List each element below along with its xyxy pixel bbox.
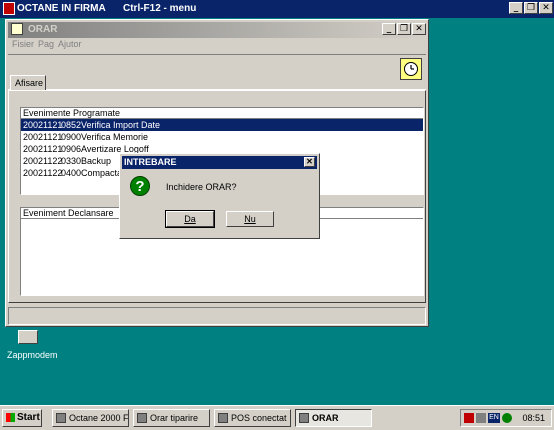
network-icon[interactable] bbox=[502, 413, 512, 423]
status-bar bbox=[8, 307, 426, 325]
list-item[interactable]: 200211210852Verifica Import Date bbox=[21, 119, 423, 131]
toolbar bbox=[8, 54, 426, 90]
list-item[interactable]: 200211210900Verifica Memorie bbox=[21, 131, 423, 143]
orar-title: ORAR bbox=[28, 24, 58, 35]
language-icon[interactable]: EN bbox=[488, 413, 500, 423]
dialog-title: INTREBARE bbox=[124, 157, 177, 167]
dialog-close-button[interactable]: ✕ bbox=[304, 157, 315, 167]
task-app-icon bbox=[299, 413, 309, 423]
dialog-title-bar: INTREBARE ✕ bbox=[122, 156, 317, 169]
menu-hint: Ctrl-F12 - menu bbox=[123, 3, 197, 14]
restore-button[interactable]: ❐ bbox=[524, 2, 538, 14]
orar-window-icon bbox=[11, 23, 23, 35]
tab-afisare[interactable]: Afisare bbox=[10, 75, 46, 91]
menu-ajutor[interactable]: Ajutor bbox=[58, 39, 82, 49]
orar-minimize-button[interactable]: _ bbox=[382, 23, 396, 35]
start-button[interactable]: Start bbox=[2, 409, 42, 427]
task-pos-conectat[interactable]: POS conectat bbox=[214, 409, 291, 427]
dialog-message: Inchidere ORAR? bbox=[166, 182, 237, 192]
menu-fisier[interactable]: Fisier bbox=[12, 39, 34, 49]
tray-clock: 08:51 bbox=[522, 413, 545, 423]
app-title-bar: OCTANE IN FIRMA Ctrl-F12 - menu _ ❐ ✕ bbox=[0, 0, 554, 18]
no-button[interactable]: Nu bbox=[226, 211, 274, 227]
windows-logo-icon bbox=[6, 413, 15, 422]
taskbar: Start Octane 2000 Fo... Orar tiparire PO… bbox=[0, 405, 554, 430]
scheduled-events-label: Evenimente Programate bbox=[21, 108, 423, 119]
task-orar-tiparire[interactable]: Orar tiparire bbox=[133, 409, 210, 427]
task-orar[interactable]: ORAR bbox=[295, 409, 372, 427]
zappmodem-icon[interactable] bbox=[18, 330, 38, 344]
menu-bar: Fisier Pag Ajutor bbox=[8, 38, 426, 54]
orar-close-button[interactable]: ✕ bbox=[412, 23, 426, 35]
volume-icon[interactable] bbox=[476, 413, 486, 423]
app-icon bbox=[3, 2, 15, 15]
orar-restore-button[interactable]: ❐ bbox=[397, 23, 411, 35]
close-button[interactable]: ✕ bbox=[539, 2, 553, 14]
minimize-button[interactable]: _ bbox=[509, 2, 523, 14]
orar-title-bar: ORAR _ ❐ ✕ bbox=[8, 22, 426, 38]
zappmodem-label[interactable]: Zappmodem bbox=[7, 350, 58, 360]
confirm-dialog: INTREBARE ✕ ? Inchidere ORAR? Da Nu bbox=[119, 153, 320, 239]
task-app-icon bbox=[56, 413, 66, 423]
task-app-icon bbox=[218, 413, 228, 423]
system-tray: EN 08:51 bbox=[460, 409, 552, 427]
yes-button[interactable]: Da bbox=[165, 210, 215, 228]
app-title: OCTANE IN FIRMA bbox=[17, 3, 106, 14]
clock-icon-button[interactable] bbox=[400, 58, 422, 80]
task-octane[interactable]: Octane 2000 Fo... bbox=[52, 409, 129, 427]
menu-pag[interactable]: Pag bbox=[38, 39, 54, 49]
question-icon: ? bbox=[130, 176, 150, 196]
task-app-icon bbox=[137, 413, 147, 423]
clock-icon bbox=[404, 62, 418, 76]
tray-app-icon[interactable] bbox=[464, 413, 474, 423]
